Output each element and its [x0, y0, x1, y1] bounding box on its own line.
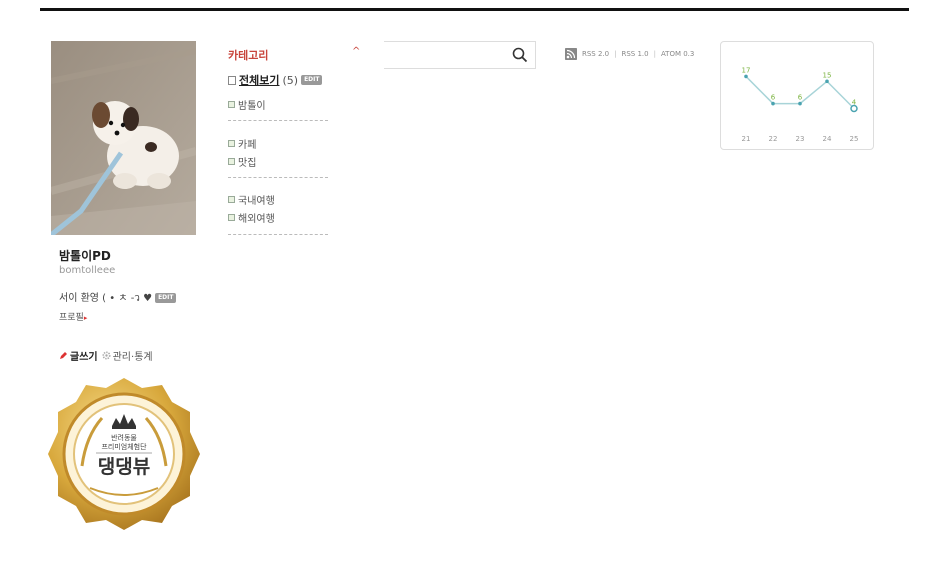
top-border	[40, 8, 909, 11]
chart-point	[771, 101, 775, 106]
category-label: 카페	[238, 140, 257, 151]
chart-data-label: 17	[742, 66, 751, 74]
category-divider	[228, 234, 328, 235]
chart-x-tick-label: 21	[742, 135, 751, 143]
search-icon[interactable]	[512, 47, 528, 63]
chart-x-tick-label: 22	[769, 135, 778, 143]
category-icon	[228, 101, 235, 108]
category-item[interactable]: 카페	[228, 136, 256, 151]
chart-point	[744, 74, 748, 79]
atom03-link[interactable]: ATOM 0.3	[661, 50, 694, 58]
category-icon	[228, 214, 235, 221]
category-label: 맛집	[238, 158, 257, 169]
category-all[interactable]: 전체보기 (5) EDIT	[228, 72, 323, 88]
separator: |	[614, 50, 617, 58]
profile-photo[interactable]	[51, 41, 196, 235]
rss10-link[interactable]: RSS 1.0	[621, 50, 648, 58]
blog-description-text: 서이 환영 ( • ㅊ -ว ♥	[59, 293, 153, 304]
separator: |	[653, 50, 656, 58]
visitor-chart: 17 21 6 22 6 23 15 24 4 25	[720, 41, 874, 150]
premium-reviewer-badge[interactable]: 반려동물 프리미엄체험단 댕댕뷰	[46, 376, 202, 532]
chart-data-label: 15	[823, 71, 832, 79]
category-label: 밤톨이	[238, 101, 266, 112]
chart-x-tick-label: 25	[850, 135, 859, 143]
badge-line2: 프리미엄체험단	[101, 442, 147, 451]
arrow-right-icon: ▸	[83, 314, 88, 322]
category-item[interactable]: 해외여행	[228, 210, 275, 225]
manage-stats-button[interactable]: 관리·통계	[102, 348, 153, 363]
collapse-chevron-icon[interactable]: ^	[352, 46, 360, 57]
category-all-label: 전체보기	[239, 74, 280, 87]
chart-data-label: 6	[798, 94, 803, 102]
category-label: 해외여행	[238, 214, 275, 225]
category-icon	[228, 158, 235, 165]
blog-tools: 글쓰기 관리·통계	[59, 348, 153, 363]
chart-x-tick-label: 24	[823, 135, 832, 143]
chart-data-label: 6	[771, 94, 776, 102]
profile-link-label: 프로필	[59, 313, 84, 323]
rss-icon	[565, 48, 577, 60]
category-item[interactable]: 맛집	[228, 154, 256, 169]
manage-label: 관리·통계	[112, 352, 153, 363]
edit-category-button[interactable]: EDIT	[301, 75, 323, 85]
category-label: 국내여행	[238, 196, 275, 207]
category-divider	[228, 177, 328, 178]
category-item[interactable]: 밤톨이	[228, 97, 266, 112]
pencil-icon	[60, 352, 67, 359]
chart-point	[825, 79, 829, 84]
gear-icon	[102, 351, 111, 360]
feed-links: RSS 2.0 | RSS 1.0 | ATOM 0.3	[565, 48, 694, 60]
edit-description-button[interactable]: EDIT	[155, 292, 177, 303]
category-title[interactable]: 카테고리	[228, 47, 268, 63]
category-icon	[228, 196, 235, 203]
badge-title: 댕댕뷰	[98, 456, 150, 478]
rss20-link[interactable]: RSS 2.0	[582, 50, 609, 58]
blog-name[interactable]: 밤톨이PD	[59, 247, 111, 264]
category-icon	[228, 140, 235, 147]
blog-description: 서이 환영 ( • ㅊ -ว ♥ EDIT	[59, 289, 177, 306]
write-button[interactable]: 글쓰기	[59, 348, 98, 363]
badge-line1: 반려동물	[111, 433, 137, 442]
profile-link[interactable]: 프로필▸	[59, 310, 87, 323]
chart-data-label: 4	[852, 99, 857, 107]
category-divider	[228, 120, 328, 121]
document-icon	[228, 75, 236, 85]
category-all-count: (5)	[282, 73, 299, 87]
write-label: 글쓰기	[70, 352, 98, 363]
chart-x-tick-label: 23	[796, 135, 805, 143]
category-item[interactable]: 국내여행	[228, 192, 275, 207]
chart-point	[798, 101, 802, 106]
blog-id: bomtolleee	[59, 265, 116, 276]
